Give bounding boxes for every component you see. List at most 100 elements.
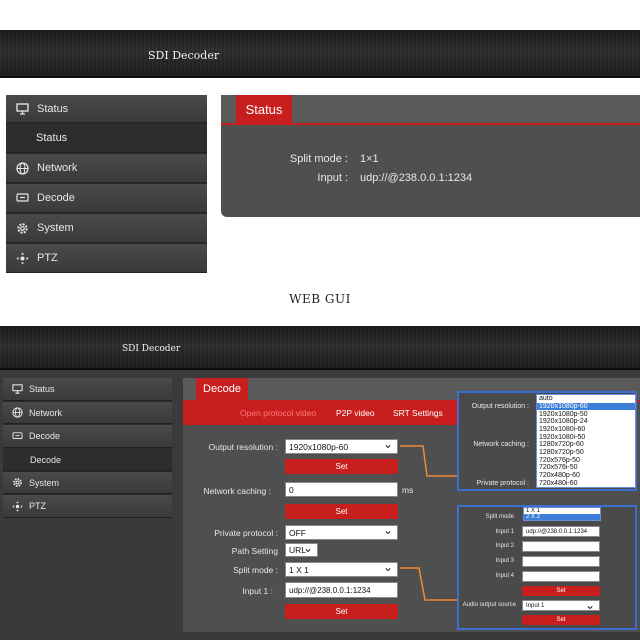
top-sidebar-item-status[interactable]: Status <box>6 95 207 123</box>
ptz-icon <box>14 252 30 265</box>
split-mode-value: 1×1 <box>360 153 379 165</box>
tab-status[interactable]: Status <box>236 95 292 123</box>
sidebar-subitem-label: Decode <box>30 454 62 465</box>
inset-network-caching-label: Network caching : <box>473 441 529 448</box>
inset-input2-label: Input 2 <box>495 543 514 549</box>
output-resolution-label: Output resolution : <box>208 442 278 452</box>
bottom-brand: SDI Decoder <box>122 344 181 354</box>
gear-icon <box>14 222 30 235</box>
sidebar-item-label: Status <box>29 384 55 394</box>
private-protocol-value: OFF <box>289 527 306 538</box>
monitor-icon <box>10 384 24 394</box>
resolution-option[interactable]: 1920x1080i-60 <box>537 426 635 434</box>
input-value: udp://@238.0.0.1:1234 <box>360 172 473 184</box>
resolution-options-list[interactable]: auto 1920x1080p-60 1920x1080p-50 1920x1080p… <box>536 394 636 488</box>
path-setting-value: URL <box>289 545 307 555</box>
split-mode-label: Split mode : <box>233 565 278 575</box>
arrow-split <box>400 567 457 601</box>
top-sidebar-item-network[interactable]: Network <box>6 154 207 183</box>
arrow-resolution <box>400 445 457 477</box>
split-mode-value: 1 X 1 <box>289 564 309 575</box>
inset-input4-field[interactable] <box>522 571 600 582</box>
resolution-option[interactable]: 1920x1080p-60 <box>537 402 635 411</box>
inset-set-button-audio[interactable]: Set <box>522 615 600 625</box>
sidebar-item-label: Network <box>29 407 63 418</box>
split-mode-option[interactable]: 2 X 2 <box>524 514 600 520</box>
input1-value: udp://@238.0.0.1:1234 <box>289 585 371 595</box>
sidebar-item-label: Status <box>37 102 69 115</box>
set-button-resolution[interactable]: Set <box>285 459 398 474</box>
top-sidebar-subitem-status[interactable]: Status <box>6 124 207 153</box>
path-setting-select[interactable]: URL <box>285 541 318 557</box>
private-protocol-select[interactable]: OFF <box>285 523 398 540</box>
split-mode-callout <box>457 505 637 630</box>
input-label: Input : <box>317 172 348 184</box>
resolution-option[interactable]: 1280x720p-50 <box>537 449 635 457</box>
inset-input1-label: Input 1 <box>495 529 514 535</box>
inset-input2-field[interactable] <box>522 541 600 552</box>
inset-output-resolution-label: Output resolution : <box>471 403 529 410</box>
inset-input1-field[interactable]: udp://@238.0.0.1:1234 <box>522 526 600 537</box>
resolution-option[interactable]: 1920x1080p-50 <box>537 410 635 418</box>
set-button-caching[interactable]: Set <box>285 504 398 519</box>
output-resolution-select[interactable]: 1920x1080p-60 <box>285 437 398 454</box>
private-protocol-label: Private protocol : <box>214 528 278 538</box>
subtab-open-protocol[interactable]: Open protocol video <box>240 408 316 418</box>
ptz-icon <box>10 500 24 512</box>
decoder-icon <box>14 192 30 204</box>
sidebar-item-label: Decode <box>37 192 75 204</box>
output-resolution-value: 1920x1080p-60 <box>289 441 349 452</box>
path-setting-label: Path Setting <box>231 546 278 556</box>
split-mode-options-list[interactable]: 1 X 12 X 2 <box>523 507 601 521</box>
top-brand: SDI Decoder <box>148 49 220 62</box>
sidebar-item-label: System <box>37 222 74 234</box>
top-sidebar-item-ptz[interactable]: PTZ <box>6 244 207 273</box>
top-sidebar-item-system[interactable]: System <box>6 214 207 243</box>
inset-private-protocol-label: Private protocol : <box>476 480 529 487</box>
globe-icon <box>10 407 24 418</box>
top-panel <box>221 125 640 217</box>
bottom-sidebar-subitem-decode[interactable]: Decode <box>3 449 172 471</box>
resolution-option[interactable]: 720x576p-50 <box>537 457 635 465</box>
inset-input1-value: udp://@238.0.0.1:1234 <box>526 528 588 535</box>
caption: WEB GUI <box>289 292 351 306</box>
resolution-option[interactable]: 1920x1080i-50 <box>537 433 635 441</box>
inset-input4-label: Input 4 <box>495 573 514 579</box>
bottom-header <box>0 326 640 370</box>
top-sidebar-item-decode[interactable]: Decode <box>6 184 207 213</box>
input1-label: Input 1 : <box>242 586 273 596</box>
resolution-option[interactable]: 1280x720p-60 <box>537 441 635 449</box>
sidebar-item-label: PTZ <box>37 252 58 264</box>
resolution-option[interactable]: auto <box>537 395 635 403</box>
sidebar-item-label: PTZ <box>29 501 46 511</box>
inset-input3-field[interactable] <box>522 556 600 567</box>
bottom-sidebar-item-ptz[interactable]: PTZ <box>3 495 172 518</box>
resolution-option[interactable]: 720x576i-50 <box>537 464 635 472</box>
sidebar-subitem-label: Status <box>36 132 68 144</box>
bottom-sidebar-item-decode[interactable]: Decode <box>3 425 172 448</box>
bottom-sidebar-item-network[interactable]: Network <box>3 402 172 424</box>
network-caching-input[interactable]: 0 <box>285 482 398 497</box>
set-button-input[interactable]: Set <box>285 604 398 619</box>
inset-split-mode-label: Split mode <box>485 514 514 520</box>
bottom-sidebar-item-status[interactable]: Status <box>3 378 172 401</box>
network-caching-label: Network caching : <box>203 486 271 496</box>
sidebar-item-label: Network <box>37 162 78 174</box>
inset-set-button-input[interactable]: Set <box>522 586 600 596</box>
input1-field[interactable]: udp://@238.0.0.1:1234 <box>285 582 398 598</box>
resolution-option[interactable]: 720x480p-60 <box>537 472 635 480</box>
tab-decode[interactable]: Decode <box>196 378 248 400</box>
inset-audio-select[interactable]: Input 1 <box>522 598 600 612</box>
bottom-sidebar-item-system[interactable]: System <box>3 472 172 494</box>
subtab-p2p[interactable]: P2P video <box>336 408 375 418</box>
split-mode-select[interactable]: 1 X 1 <box>285 560 398 577</box>
inset-input3-label: Input 3 <box>495 558 514 564</box>
split-mode-label: Split mode : <box>289 153 348 165</box>
inset-audio-value: Input 1 <box>526 602 545 609</box>
resolution-option[interactable]: 720x480i-60 <box>537 480 635 487</box>
resolution-option[interactable]: 1920x1080p-24 <box>537 418 635 426</box>
network-caching-value: 0 <box>289 484 294 495</box>
decoder-icon <box>10 431 24 441</box>
globe-icon <box>14 161 30 175</box>
inset-audio-label: Audio output source <box>462 602 516 608</box>
